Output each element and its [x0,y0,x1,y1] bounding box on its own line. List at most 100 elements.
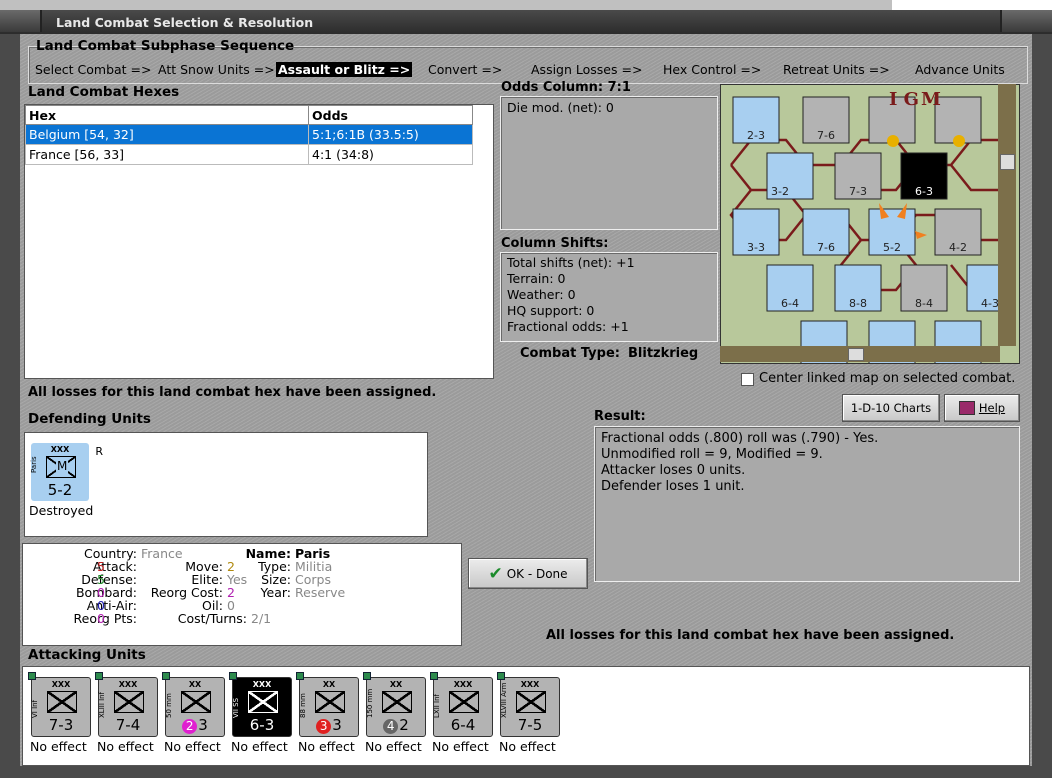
unit-name: LXII Inf [433,693,441,718]
unit-value-text: 6-4 [450,716,476,734]
column-shifts-title: Column Shifts: [501,236,609,251]
frame-right [1032,34,1052,778]
frame-left [0,34,20,778]
unit-values: 6-3 [233,716,291,734]
defending-units-box: XXX M Paris R 5-2 Destroyed [24,432,428,537]
die-mod-text: Die mod. (net): 0 [507,100,614,115]
unit-name: VII SS [232,697,240,718]
unit-size: XX [188,680,202,689]
table-row[interactable]: France [56, 33] 4:1 (34:8) [25,144,473,165]
attacking-unit-counter[interactable]: XXX VII SS 6-3 [229,672,292,737]
defending-unit-status: Destroyed [29,503,94,518]
attacking-unit-counter[interactable]: XX 88 mm 3 3 [296,672,359,737]
step-advance-units[interactable]: Advance Units [915,62,1005,77]
attacking-unit-counter[interactable]: XX 150 mm 4 2 [363,672,426,737]
unit-badge: 3 [316,719,332,734]
unit-value-text: 7-5 [517,716,543,734]
defending-unit-counter[interactable]: XXX M Paris R 5-2 [30,443,103,501]
ok-done-button[interactable]: ✔ OK - Done [468,558,588,589]
unit-size: XXX [520,680,540,689]
map-horizontal-scrollbar[interactable] [720,346,1000,362]
unit-size: XX [322,680,336,689]
info-year-value: Reserve [295,585,346,600]
unit-selected-dot [296,672,304,680]
top-strip [0,0,1052,10]
info-reorgpts-value: 0 [97,611,105,626]
attacking-unit-counter[interactable]: XXX VI Inf 7-3 [28,672,91,737]
land-combat-hexes-table: Hex Odds Belgium [54, 32] 5:1;6:1B (33.5… [24,104,494,379]
help-button[interactable]: Help [944,394,1020,422]
step-hex-control[interactable]: Hex Control => [663,62,761,77]
attacking-unit-status: No effect [30,739,87,754]
system-menu-button[interactable] [0,10,42,32]
svg-text:4-2: 4-2 [949,241,967,254]
unit-selected-dot [363,672,371,680]
column-header-hex[interactable]: Hex [25,105,309,125]
column-shifts-box: Total shifts (net): +1 Terrain: 0 Weathe… [500,252,718,342]
unit-value-text: 7-3 [48,716,74,734]
title-bar: Land Combat Selection & Resolution [0,10,1052,36]
land-combat-hexes-title: Land Combat Hexes [28,84,180,100]
step-att-snow-units[interactable]: Att Snow Units => [158,62,275,77]
svg-text:3-3: 3-3 [747,241,765,254]
shift-fractional-odds: Fractional odds: +1 [507,319,629,334]
info-costturns-label: Cost/Turns: [177,611,247,626]
attacking-unit-counter[interactable]: XXX XLIII Inf 7-4 [95,672,158,737]
result-line-2: Unmodified roll = 9, Modified = 9. [601,447,823,462]
subphase-sequence-title: Land Combat Subphase Sequence [36,38,295,54]
window-controls[interactable] [1000,10,1052,32]
unit-type-icon [114,691,144,713]
charts-button-label: 1-D-10 Charts [850,401,932,415]
shift-hq-support: HQ support: 0 [507,303,595,318]
losses-assigned-message-2: All losses for this land combat hex have… [546,628,955,643]
unit-name: 88 mm [299,693,307,718]
combat-type-label: Combat Type: [520,346,620,361]
unit-selected-dot [497,672,505,680]
svg-text:7-6: 7-6 [817,241,835,254]
unit-selected-dot [162,672,170,680]
ok-done-label: OK - Done [506,566,568,581]
column-header-odds[interactable]: Odds [308,105,473,125]
unit-values: 5-2 [47,481,73,499]
info-year-label: Year: [260,585,291,600]
unit-info-panel: Country: France Attack: 5 Defense: 5 Bom… [22,543,462,646]
unit-size: XXX [51,680,71,689]
dialog-body: Land Combat Subphase Sequence Select Com… [20,34,1032,766]
shift-total: Total shifts (net): +1 [507,255,635,270]
svg-text:8-8: 8-8 [849,297,867,310]
window-title: Land Combat Selection & Resolution [56,15,314,30]
step-assign-losses[interactable]: Assign Losses => [531,62,642,77]
result-title: Result: [594,409,646,424]
attacking-unit-status: No effect [432,739,489,754]
center-map-checkbox[interactable] [741,373,754,386]
step-select-combat[interactable]: Select Combat => [35,62,152,77]
step-assault-or-blitz[interactable]: Assault or Blitz => [276,62,413,77]
unit-value-text: 7-4 [115,716,141,734]
unit-type-icon [315,691,345,713]
attacking-unit-counter[interactable]: XXX LXII Inf 6-4 [430,672,493,737]
unit-name: Paris [30,456,38,473]
unit-type-icon [516,691,546,713]
shift-weather: Weather: 0 [507,287,576,302]
charts-button[interactable]: 1-D-10 Charts [842,394,940,422]
defending-units-title: Defending Units [28,411,151,427]
unit-selected-dot [430,672,438,680]
attacking-units-title: Attacking Units [28,647,146,663]
unit-size: XXX [118,680,138,689]
attacking-unit-status: No effect [97,739,154,754]
table-row[interactable]: Belgium [54, 32] 5:1;6:1B (33.5:5) [25,124,473,145]
attacking-unit-status: No effect [164,739,221,754]
attacking-unit-counter[interactable]: XXX XLVIII Arm 7-5 [497,672,560,737]
map-vertical-scrollbar[interactable] [998,84,1016,346]
step-convert[interactable]: Convert => [428,62,502,77]
unit-type-icon [382,691,412,713]
step-retreat-units[interactable]: Retreat Units => [783,62,890,77]
odds-column-box: Die mod. (net): 0 [500,96,718,230]
unit-type-icon [248,691,278,713]
attacking-unit-counter[interactable]: XX 50 mm 2 3 [162,672,225,737]
linked-map[interactable]: 2-3 7-6 3-2 7-3 6-3 3-3 7-6 5-2 4-2 6-4 8-8 8-4 4… [720,84,1020,364]
frame-bottom [0,766,1052,778]
unit-values: 33 [300,716,358,734]
unit-type-icon [449,691,479,713]
unit-values: 7-3 [32,716,90,734]
